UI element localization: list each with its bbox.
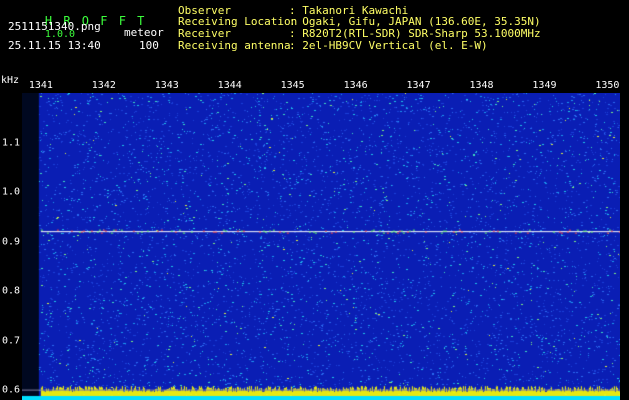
time-tick-label: 1343 bbox=[154, 80, 179, 91]
time-tick-label: 1346 bbox=[343, 80, 368, 91]
spectrogram-window: H R O F F T 1.0.0 2511151340.png 25.11.1… bbox=[0, 0, 629, 400]
spectrogram-heatmap bbox=[22, 93, 620, 400]
time-tick-label: 1344 bbox=[217, 80, 242, 91]
time-tick-label: 1348 bbox=[469, 80, 494, 91]
time-tick-label: 1345 bbox=[280, 80, 305, 91]
time-tick-label: 1349 bbox=[532, 80, 557, 91]
frequency-tick-label: 1.1 bbox=[1, 137, 20, 149]
frequency-tick-label: 0.8 bbox=[1, 285, 20, 297]
antenna-label: Receiving antenna bbox=[178, 39, 291, 52]
frequency-tick-label: 1.0 bbox=[1, 186, 20, 198]
antenna-value: : 2el-HB9CV Vertical (el. E-W) bbox=[289, 39, 488, 52]
time-tick-label: 1342 bbox=[91, 80, 116, 91]
frequency-tick-label: 0.7 bbox=[1, 335, 20, 347]
frequency-tick-label: 0.9 bbox=[1, 236, 20, 248]
frequency-tick-label: 0.6 bbox=[1, 384, 20, 396]
time-tick-label: 1347 bbox=[406, 80, 431, 91]
time-tick-label: 1350 bbox=[595, 80, 620, 91]
y-axis-unit: kHz bbox=[1, 75, 20, 86]
file-name: 2511151340.png bbox=[8, 20, 101, 33]
timestamp: 25.11.15 13:40 bbox=[8, 39, 101, 52]
mode-value: 100 bbox=[139, 39, 159, 52]
time-tick-label: 1341 bbox=[28, 80, 53, 91]
mode-label: meteor bbox=[124, 26, 164, 39]
